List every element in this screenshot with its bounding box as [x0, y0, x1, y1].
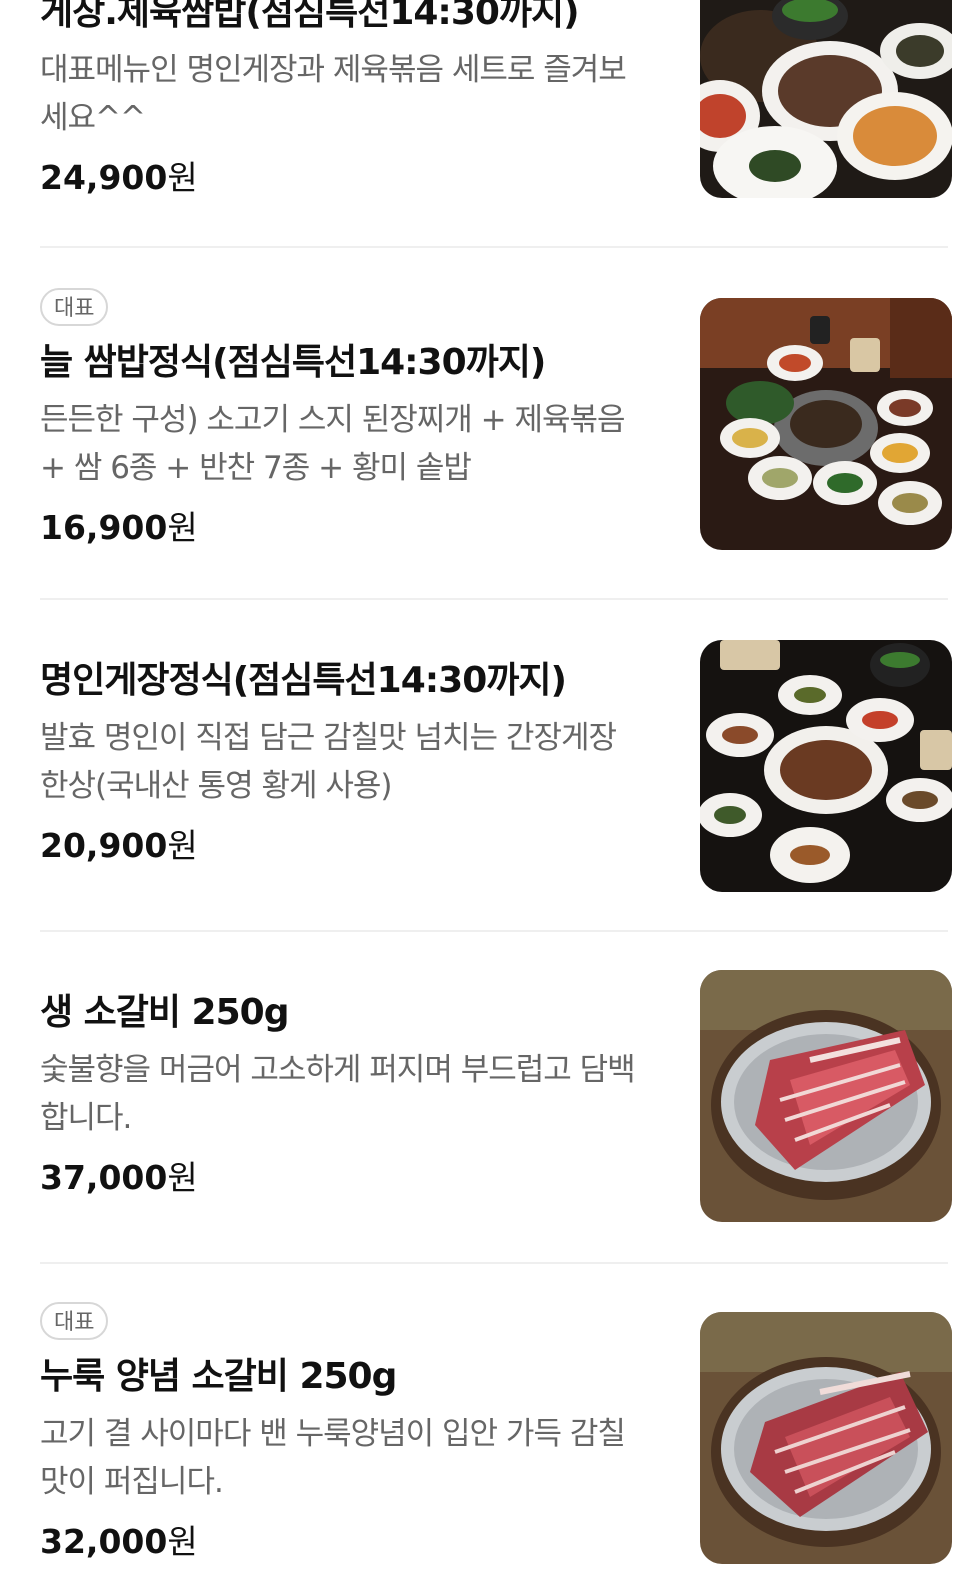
menu-item-price: 24,900원	[40, 156, 640, 200]
price-unit: 원	[167, 508, 198, 547]
menu-item-description: 고기 결 사이마다 밴 누룩양념이 입안 가득 감칠맛이 퍼집니다.	[40, 1416, 626, 1500]
crab-set-photo[interactable]	[700, 640, 952, 892]
signature-badge: 대표	[40, 1302, 109, 1340]
menu-item-description: 대표메뉴인 명인게장과 제육볶음 세트로 즐겨보세요^^	[40, 52, 627, 136]
divider	[40, 246, 948, 248]
menu-item-description: 발효 명인이 직접 담근 감칠맛 넘치는 간장게장 한상(국내산 통영 황게 사…	[40, 720, 617, 804]
menu-item-price: 32,000원	[40, 1520, 640, 1564]
price-value: 16,900	[40, 508, 168, 547]
menu-item-price: 16,900원	[40, 506, 640, 550]
menu-item-text: 명인게장정식(점심특선14:30까지) 발효 명인이 직접 담근 감칠맛 넘치는…	[40, 658, 640, 868]
price-value: 24,900	[40, 158, 168, 197]
menu-item-title: 늘 쌈밥정식(점심특선14:30까지)	[40, 342, 546, 383]
price-unit: 원	[167, 1522, 198, 1561]
divider	[40, 598, 948, 600]
menu-item-price: 20,900원	[40, 824, 640, 868]
menu-item-title: 생 소갈비 250g	[40, 992, 289, 1033]
price-value: 37,000	[40, 1158, 168, 1197]
ssambap-set-photo[interactable]	[700, 298, 952, 550]
menu-item-description: 숯불향을 머금어 고소하게 퍼지며 부드럽고 담백합니다.	[40, 1052, 636, 1136]
korean-table-setting-photo[interactable]	[700, 0, 952, 198]
price-value: 32,000	[40, 1522, 168, 1561]
menu-item-title: 게장.제육쌈밥(점심특선14:30까지)	[40, 0, 580, 33]
menu-item-price: 37,000원	[40, 1156, 640, 1200]
price-unit: 원	[167, 826, 198, 865]
divider	[40, 930, 948, 932]
price-unit: 원	[167, 1158, 198, 1197]
raw-beef-rib-photo[interactable]	[700, 970, 952, 1222]
divider	[40, 1262, 948, 1264]
marinated-beef-rib-photo[interactable]	[700, 1312, 952, 1564]
menu-item-text: 대표 늘 쌈밥정식(점심특선14:30까지) 든든한 구성) 소고기 스지 된장…	[40, 288, 640, 550]
price-unit: 원	[167, 158, 198, 197]
menu-list: 게장.제육쌈밥(점심특선14:30까지) 대표메뉴인 명인게장과 제육볶음 세트…	[0, 0, 966, 1592]
menu-item-title: 누룩 양념 소갈비 250g	[40, 1356, 397, 1397]
signature-badge: 대표	[40, 288, 109, 326]
menu-item-text: 대표 누룩 양념 소갈비 250g 고기 결 사이마다 밴 누룩양념이 입안 가…	[40, 1302, 640, 1564]
menu-item-text: 게장.제육쌈밥(점심특선14:30까지) 대표메뉴인 명인게장과 제육볶음 세트…	[40, 0, 640, 200]
menu-item-text: 생 소갈비 250g 숯불향을 머금어 고소하게 퍼지며 부드럽고 담백합니다.…	[40, 990, 640, 1200]
menu-item-description: 든든한 구성) 소고기 스지 된장찌개 + 제육볶음 + 쌈 6종 + 반찬 7…	[40, 402, 626, 486]
menu-item-title: 명인게장정식(점심특선14:30까지)	[40, 660, 567, 701]
price-value: 20,900	[40, 826, 168, 865]
